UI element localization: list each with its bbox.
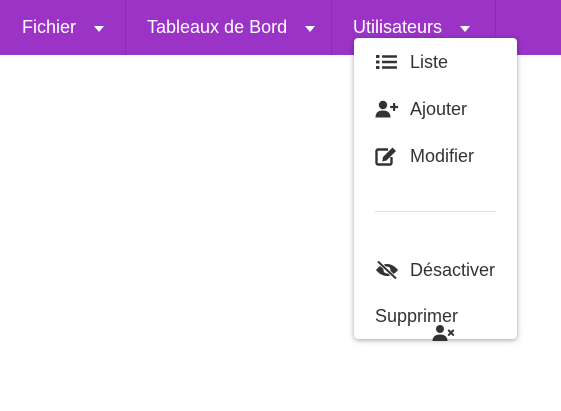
caret-down-icon — [94, 25, 105, 32]
dropdown-item-label: Modifier — [410, 145, 475, 166]
utilisateurs-dropdown: Liste Ajouter Modifier Désactiver Suppri… — [354, 38, 517, 341]
menu-tableaux-de-bord[interactable]: Tableaux de Bord — [126, 0, 332, 55]
caret-down-icon — [460, 25, 471, 32]
dropdown-divider — [375, 211, 496, 212]
dropdown-item-ajouter[interactable]: Ajouter — [354, 89, 517, 129]
dropdown-item-label: Ajouter — [410, 98, 468, 119]
list-icon — [376, 55, 397, 69]
menu-tableaux-de-bord-label: Tableaux de Bord — [147, 17, 288, 37]
dropdown-item-desactiver[interactable]: Désactiver — [354, 250, 517, 290]
dropdown-item-label: Désactiver — [410, 259, 496, 280]
dropdown-item-label: Liste — [410, 51, 449, 72]
menu-fichier-label: Fichier — [22, 17, 77, 37]
menu-fichier[interactable]: Fichier — [0, 0, 126, 55]
edit-icon — [375, 147, 396, 166]
caret-down-icon — [305, 25, 316, 32]
user-plus-icon — [375, 100, 399, 118]
eye-slash-icon — [376, 260, 398, 280]
dropdown-item-liste[interactable]: Liste — [354, 42, 517, 82]
dropdown-item-modifier[interactable]: Modifier — [354, 136, 517, 176]
menu-utilisateurs-label: Utilisateurs — [353, 17, 443, 37]
user-times-icon — [432, 325, 455, 341]
